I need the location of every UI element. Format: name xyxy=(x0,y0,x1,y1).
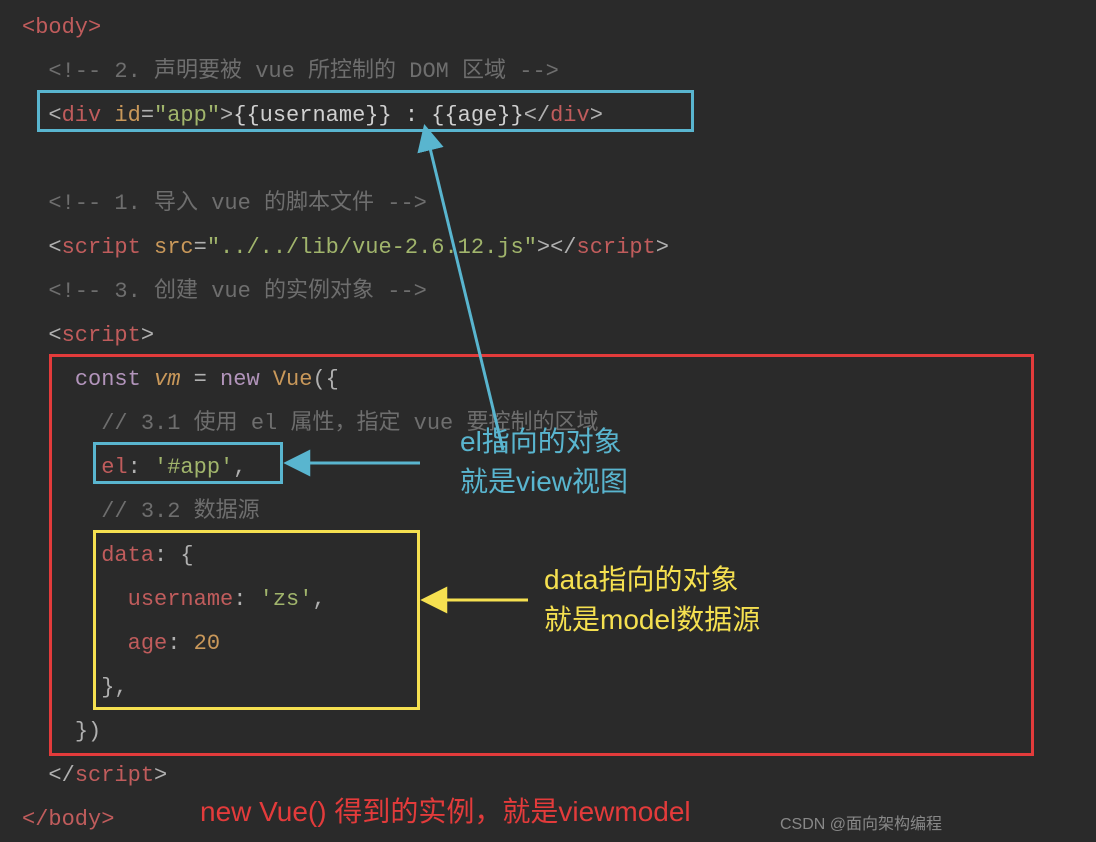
code-line: <!-- 1. 导入 vue 的脚本文件 --> xyxy=(22,182,669,226)
punct: </ xyxy=(48,763,74,788)
string: "../../lib/vue-2.6.12.js" xyxy=(207,235,537,260)
tag: <body> xyxy=(22,15,101,40)
code-line: <script src="../../lib/vue-2.6.12.js"></… xyxy=(22,226,669,270)
punct: < xyxy=(48,235,61,260)
punct: ></ xyxy=(537,235,577,260)
code-line-blank xyxy=(22,138,669,182)
punct: > xyxy=(656,235,669,260)
code-line: <script> xyxy=(22,314,669,358)
punct: > xyxy=(154,763,167,788)
tag: script xyxy=(62,323,141,348)
tag: script xyxy=(62,235,141,260)
note-yellow: data指向的对象 就是model数据源 xyxy=(544,560,760,640)
highlight-box-cyan-el xyxy=(93,442,283,484)
attr: src xyxy=(141,235,194,260)
highlight-box-yellow-data xyxy=(93,530,420,710)
tag: script xyxy=(577,235,656,260)
code-line: <!-- 3. 创建 vue 的实例对象 --> xyxy=(22,270,669,314)
tag: script xyxy=(75,763,154,788)
punct: < xyxy=(48,323,61,348)
tag: </body> xyxy=(22,807,114,832)
watermark: CSDN @面向架构编程 xyxy=(780,810,942,834)
note-yellow-line2: 就是model数据源 xyxy=(544,600,760,640)
code-line: <body> xyxy=(22,6,669,50)
comment: <!-- 1. 导入 vue 的脚本文件 --> xyxy=(48,191,426,216)
note-red: new Vue() 得到的实例，就是viewmodel xyxy=(200,790,691,830)
comment: <!-- 2. 声明要被 vue 所控制的 DOM 区域 --> xyxy=(48,59,558,84)
punct: = xyxy=(194,235,207,260)
note-cyan-line2: 就是view视图 xyxy=(460,462,628,502)
comment: <!-- 3. 创建 vue 的实例对象 --> xyxy=(48,279,426,304)
note-cyan-line1: el指向的对象 xyxy=(460,422,628,462)
note-yellow-line1: data指向的对象 xyxy=(544,560,760,600)
punct: > xyxy=(141,323,154,348)
code-line: <!-- 2. 声明要被 vue 所控制的 DOM 区域 --> xyxy=(22,50,669,94)
highlight-box-cyan-div xyxy=(37,90,694,132)
note-cyan: el指向的对象 就是view视图 xyxy=(460,422,628,502)
